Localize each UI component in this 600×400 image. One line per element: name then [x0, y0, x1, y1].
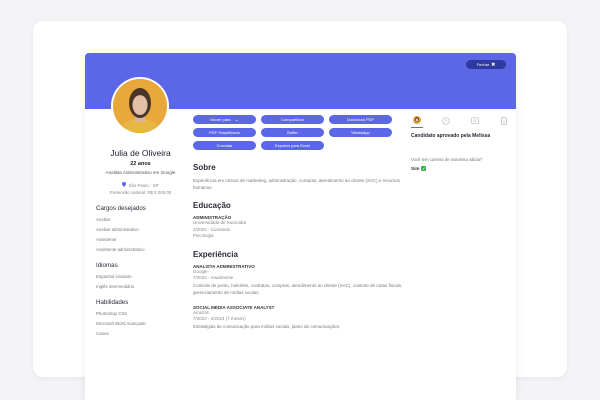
list-item: Assistente — [96, 237, 117, 242]
candidate-location: São Paulo - SP — [93, 182, 188, 188]
candidate-salary: Pretensão salarial: R$ 5.000,00 — [109, 190, 172, 195]
education-title: Educação — [193, 201, 231, 210]
share-button[interactable]: Compartilhar — [261, 115, 324, 124]
tab-documents[interactable] — [498, 115, 510, 127]
tab-comments[interactable] — [469, 115, 481, 127]
avatar — [111, 77, 169, 135]
location-text: São Paulo - SP — [128, 182, 159, 188]
list-item: Assistente administrativo — [96, 247, 145, 252]
languages-list: Espanhol iniciante Inglês intermediário — [96, 274, 188, 289]
close-button-label: Fechar — [476, 62, 490, 67]
list-item: Microsoft Word Avançado — [96, 321, 146, 326]
about-title: Sobre — [193, 163, 216, 172]
list-item: Espanhol iniciante — [96, 274, 132, 279]
list-item: Canva — [96, 331, 109, 336]
whatsapp-button[interactable]: WhatsApp — [329, 128, 392, 137]
about-text: Experiência em rotinas de marketing, adm… — [193, 178, 400, 190]
pdf-simplified-button[interactable]: PDF Simplificado — [193, 128, 256, 137]
invite-button[interactable]: Convidar — [193, 141, 256, 150]
approval-status: Candidato aprovado pela Melissa — [411, 133, 491, 139]
document-icon — [500, 112, 508, 130]
education-extra: Psicologia — [193, 233, 214, 238]
job-item: SOCIAL MEDIA ASSOCIATE ANALYST Amazon 7/… — [193, 305, 403, 330]
desired-roles-title: Cargos desejados — [96, 205, 146, 212]
close-icon: ✖ — [491, 61, 496, 68]
clock-icon — [442, 112, 450, 130]
avatar-photo — [113, 79, 167, 133]
desired-roles-list: Auxiliar Auxiliar administrativo Assiste… — [96, 217, 188, 252]
active-tab-indicator — [411, 127, 423, 128]
list-item: Auxiliar administrativo — [96, 227, 139, 232]
panel-tabs — [411, 114, 511, 128]
answer-text: Sim — [411, 166, 420, 171]
job-description: Controle de ponto, holerites, contratos,… — [193, 282, 403, 295]
location-pin-icon — [122, 182, 127, 188]
skills-list: Photoshop CS6 Microsoft Word Avançado Ca… — [96, 311, 188, 336]
tab-profile[interactable] — [411, 114, 423, 128]
screening-question: Você tem carteira de motorista válida? — [411, 157, 483, 162]
profile-sidebar: Julia de Oliveira 22 anos Analista Admin… — [93, 143, 188, 341]
action-buttons: Mover para ⌄ Compartilhar Download PDF P… — [193, 115, 403, 150]
list-item: Photoshop CS6 — [96, 311, 127, 316]
close-button[interactable]: Fechar ✖ — [466, 60, 506, 69]
avatar-tab-icon — [411, 114, 423, 126]
chevron-down-icon: ⌄ — [234, 116, 239, 123]
evaluation-panel: Candidato aprovado pela Melissa Você tem… — [411, 115, 511, 171]
move-to-label: Mover para — [210, 117, 231, 122]
job-description: Estratégias de comunicação para mídias s… — [193, 323, 341, 329]
tab-history[interactable] — [440, 115, 452, 127]
check-icon: ✓ — [421, 166, 427, 171]
job-item: ANALISTA ADMINISTRATIVO Google 7/2024 - … — [193, 264, 403, 296]
experience-title: Experiência — [193, 249, 238, 259]
download-pdf-button[interactable]: Download PDF — [329, 115, 392, 124]
profile-content: Sobre Experiência em rotinas de marketin… — [193, 163, 403, 330]
candidate-age: 22 anos — [130, 161, 151, 167]
move-to-button[interactable]: Mover para ⌄ — [193, 115, 256, 124]
screening-answer: Sim ✓ — [411, 166, 511, 171]
export-excel-button[interactable]: Exportar para Excel — [261, 141, 324, 150]
languages-title: Idiomas — [96, 262, 118, 269]
chat-icon — [471, 112, 479, 130]
candidate-profile-card: Fechar ✖ Julia de Oliveira 22 anos Anali… — [85, 53, 516, 400]
candidate-name: Julia de Oliveira — [110, 148, 171, 158]
list-item: Inglês intermediário — [96, 284, 135, 289]
profile-main: Mover para ⌄ Compartilhar Download PDF P… — [193, 115, 403, 330]
list-item: Auxiliar — [96, 217, 111, 222]
skills-title: Habilidades — [96, 299, 129, 306]
candidate-role: Analista Administrativo em Google — [105, 170, 176, 175]
buffer-button[interactable]: Buffer — [261, 128, 324, 137]
